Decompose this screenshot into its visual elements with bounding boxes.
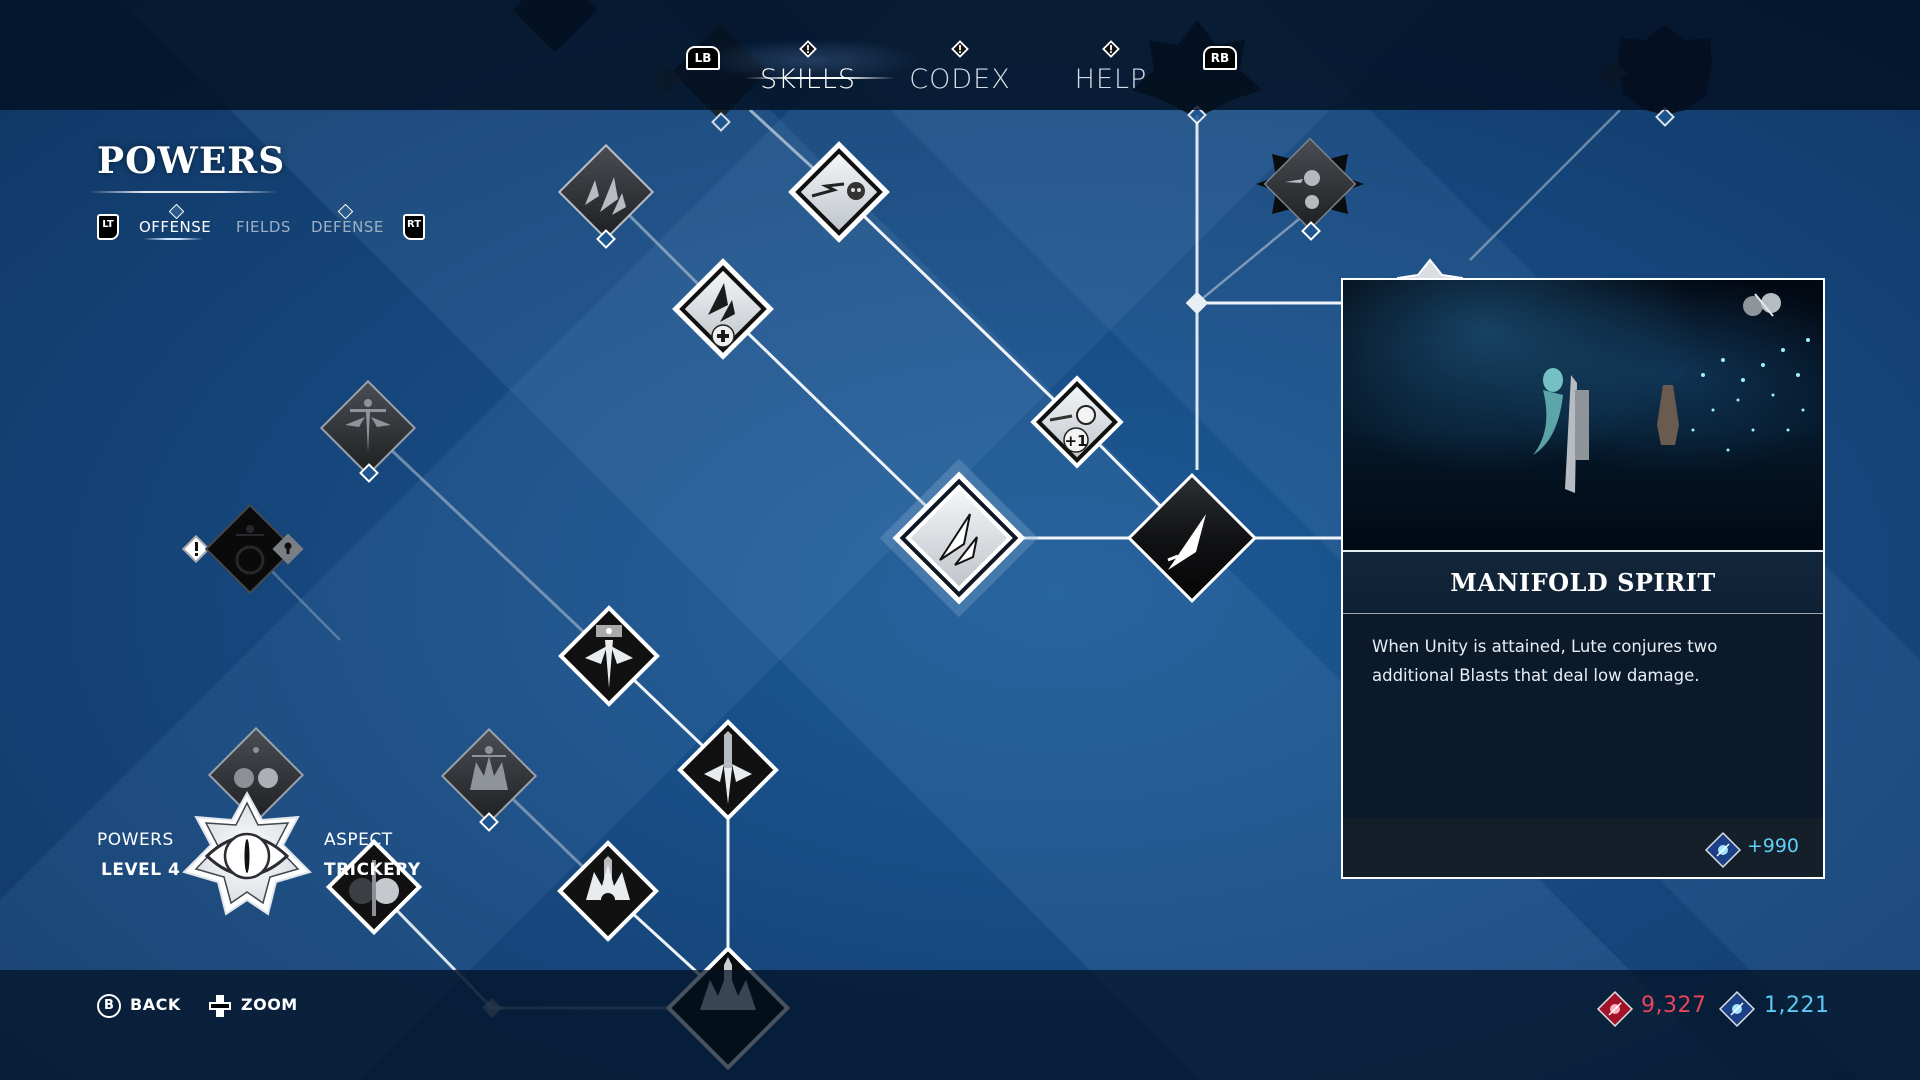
title-rule [1343,613,1823,614]
skill-description: When Unity is attained, Lute conjures tw… [1372,637,1718,685]
alert-icon [799,40,817,58]
connector [1196,209,1311,304]
subtab-offense[interactable]: OFFENSE [139,218,211,236]
title-divider [88,191,278,193]
zoom-button[interactable]: ZOOM [241,995,298,1014]
preview-scene [1533,338,1810,493]
alert-icon [951,40,969,58]
skill-node-dark-fan[interactable] [319,379,417,483]
powers-level: LEVEL 4 [101,860,181,880]
rb-bumper-button[interactable]: RB [1203,46,1237,70]
alert-icon [195,542,198,556]
tab-skills-label: SKILLS [759,64,857,95]
connector [366,426,611,658]
powers-emblem [182,790,312,916]
tab-help-label: HELP [1074,64,1148,95]
aspect-value: TRICKERY [324,860,421,880]
powers-label: POWERS [97,830,174,850]
subtab-defense[interactable]: DEFENSE [311,218,384,236]
page-title: POWERS [97,140,286,182]
svg-text:+1: +1 [1064,432,1087,450]
connector-diamond [711,112,731,132]
blue-shard-icon [1704,831,1742,869]
skill-node-triple-rockets[interactable] [557,143,655,249]
back-button[interactable]: BACK [130,995,181,1014]
blue-shards-count: 1,221 [1764,993,1830,1018]
red-shards-count: 9,327 [1641,993,1707,1018]
active-subtab-underline [143,238,203,240]
b-button-icon: B [97,994,121,1018]
connector [1469,109,1621,261]
dpad-icon [209,995,231,1017]
red-shard-icon [1596,990,1634,1028]
active-tab-underline [745,77,895,79]
skill-title: MANIFOLD SPIRIT [1450,568,1716,597]
subtab-fields[interactable]: FIELDS [236,218,291,236]
tab-codex[interactable]: CODEX [880,40,1040,95]
connector [837,190,1079,424]
skill-node-locked[interactable] [181,503,304,595]
aspect-swap-icon [1743,293,1781,317]
skill-node-star-skull[interactable] [1256,137,1364,241]
rt-trigger-button[interactable]: RT [403,214,425,240]
lb-bumper-button[interactable]: LB [686,46,720,70]
skill-cost: +990 [1746,835,1799,857]
tab-codex-label: CODEX [909,64,1011,95]
aspect-label: ASPECT [324,830,393,850]
skill-node-dark-crown[interactable] [440,727,538,832]
skill-preview-image [1343,280,1823,550]
tab-skills[interactable]: SKILLS [728,40,888,95]
lt-trigger-button[interactable]: LT [97,214,119,240]
alert-icon [1102,40,1120,58]
tab-help[interactable]: HELP [1031,40,1191,95]
skill-detail-panel: MANIFOLD SPIRIT When Unity is attained, … [1341,278,1825,879]
blue-shard-icon [1718,990,1756,1028]
